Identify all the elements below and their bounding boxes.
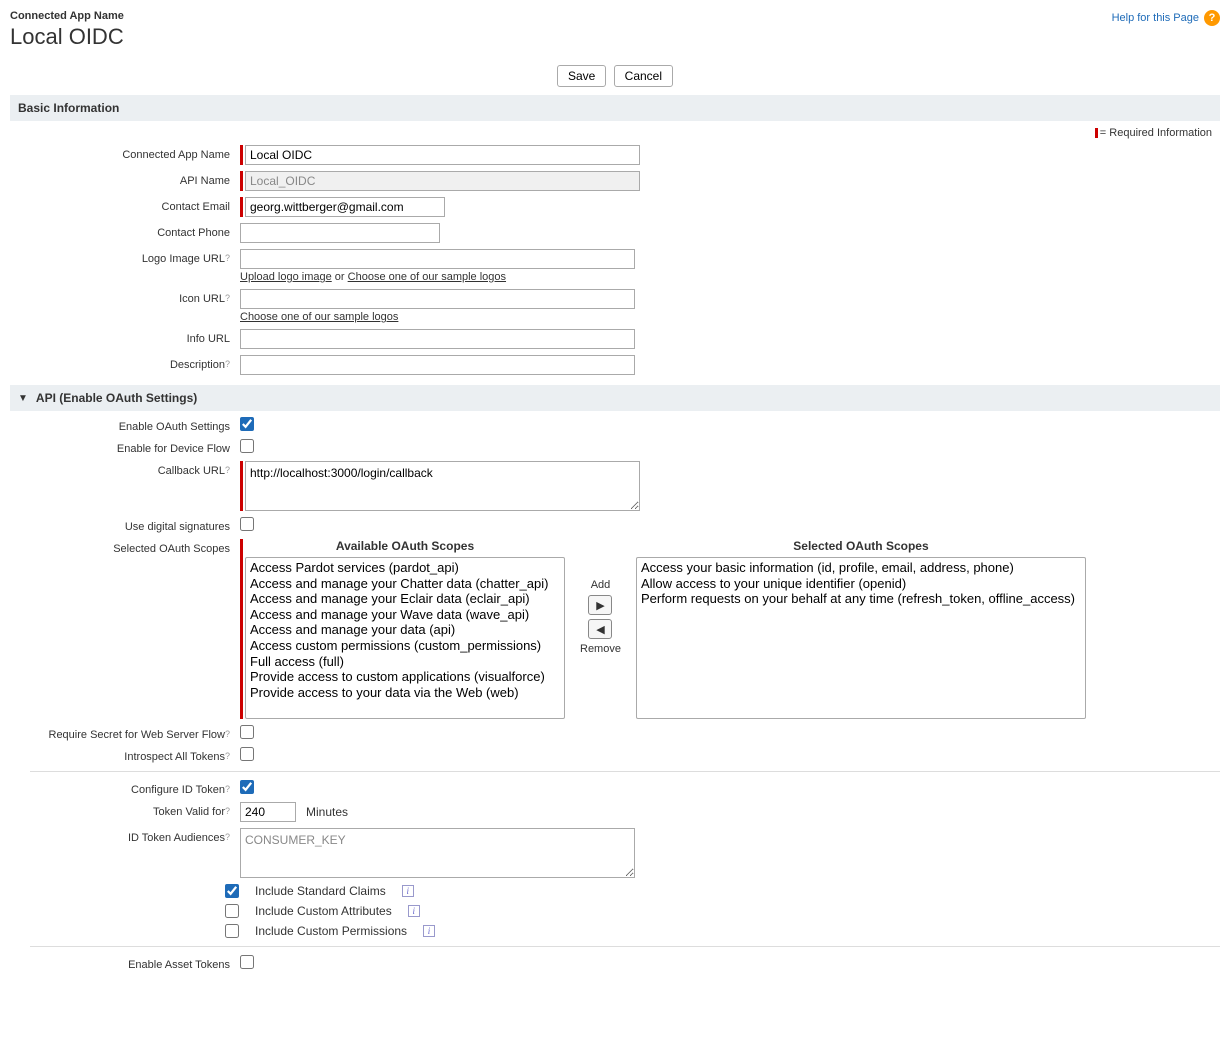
scope-option[interactable]: Access and manage your Eclair data (ecla… [250,591,560,607]
help-icon-small[interactable]: ? [225,832,230,842]
scope-option[interactable]: Allow access to your unique identifier (… [641,576,1081,592]
label-selected-scopes: Selected OAuth Scopes [10,539,240,555]
available-scopes-title: Available OAuth Scopes [336,539,474,553]
api-name-input[interactable] [245,171,640,191]
std-claims-label: Include Standard Claims [255,884,386,898]
icon-url-input[interactable] [240,289,635,309]
scope-option[interactable]: Access Pardot services (pardot_api) [250,560,560,576]
label-contact-phone: Contact Phone [10,223,240,239]
label-digital-sig: Use digital signatures [10,517,240,533]
label-description: Description? [10,355,240,371]
label-enable-oauth: Enable OAuth Settings [10,417,240,433]
scope-option[interactable]: Full access (full) [250,654,560,670]
save-button[interactable]: Save [557,65,606,87]
id-audiences-textarea[interactable]: CONSUMER_KEY [240,828,635,878]
label-contact-email: Contact Email [10,197,240,213]
help-icon-small[interactable]: ? [225,253,230,263]
scope-option[interactable]: Perform requests on your behalf at any t… [641,591,1081,607]
logo-url-input[interactable] [240,249,635,269]
callback-url-textarea[interactable]: http://localhost:3000/login/callback [245,461,640,511]
add-scope-button[interactable]: ▶ [588,595,612,615]
info-url-input[interactable] [240,329,635,349]
help-icon[interactable]: ? [1204,10,1220,26]
scope-option[interactable]: Access custom permissions (custom_permis… [250,638,560,654]
label-logo-url: Logo Image URL? [10,249,240,265]
scope-option[interactable]: Provide access to your data via the Web … [250,685,560,701]
cancel-button[interactable]: Cancel [614,65,673,87]
required-info-legend: = Required Information [10,121,1220,145]
page-superlabel: Connected App Name [10,10,124,22]
remove-scope-button[interactable]: ◀ [588,619,612,639]
sample-icons-link[interactable]: Choose one of our sample logos [240,311,398,323]
minutes-label: Minutes [306,805,348,819]
label-info-url: Info URL [10,329,240,345]
label-icon-url: Icon URL? [10,289,240,305]
help-icon-small[interactable]: ? [225,293,230,303]
sample-logos-link[interactable]: Choose one of our sample logos [348,271,506,283]
info-icon[interactable]: i [402,885,414,897]
upload-logo-link[interactable]: Upload logo image [240,271,332,283]
help-icon-small[interactable]: ? [225,729,230,739]
label-api-name: API Name [10,171,240,187]
label-connected-app-name: Connected App Name [10,145,240,161]
remove-label: Remove [580,643,621,655]
help-icon-small[interactable]: ? [225,359,230,369]
help-icon-small[interactable]: ? [225,751,230,761]
enable-oauth-checkbox[interactable] [240,417,254,431]
scope-option[interactable]: Access your basic information (id, profi… [641,560,1081,576]
enable-device-checkbox[interactable] [240,439,254,453]
label-callback-url: Callback URL? [10,461,240,477]
scope-option[interactable]: Provide access to custom applications (v… [250,669,560,685]
connected-app-name-input[interactable] [245,145,640,165]
help-icon-small[interactable]: ? [225,806,230,816]
section-basic-info: Basic Information [10,95,1220,121]
label-configure-id-token: Configure ID Token? [10,780,240,796]
label-require-secret: Require Secret for Web Server Flow? [10,725,240,741]
label-id-audiences: ID Token Audiences? [10,828,240,844]
page-title: Local OIDC [10,24,124,50]
enable-asset-checkbox[interactable] [240,955,254,969]
add-label: Add [591,579,611,591]
configure-id-token-checkbox[interactable] [240,780,254,794]
caret-down-icon: ▼ [18,393,28,404]
label-enable-device: Enable for Device Flow [10,439,240,455]
scope-option[interactable]: Access and manage your Chatter data (cha… [250,576,560,592]
contact-email-input[interactable] [245,197,445,217]
info-icon[interactable]: i [408,905,420,917]
selected-scopes-title: Selected OAuth Scopes [793,539,928,553]
help-icon-small[interactable]: ? [225,784,230,794]
introspect-checkbox[interactable] [240,747,254,761]
info-icon[interactable]: i [423,925,435,937]
custom-attrs-label: Include Custom Attributes [255,904,392,918]
label-introspect: Introspect All Tokens? [10,747,240,763]
contact-phone-input[interactable] [240,223,440,243]
scope-option[interactable]: Access and manage your Wave data (wave_a… [250,607,560,623]
scope-option[interactable]: Access and manage your data (api) [250,622,560,638]
custom-perms-label: Include Custom Permissions [255,924,407,938]
custom-attrs-checkbox[interactable] [225,904,239,918]
section-api[interactable]: ▼ API (Enable OAuth Settings) [10,385,1220,411]
help-link[interactable]: Help for this Page [1112,12,1199,24]
custom-perms-checkbox[interactable] [225,924,239,938]
description-input[interactable] [240,355,635,375]
label-enable-asset: Enable Asset Tokens [10,955,240,971]
selected-scopes-list[interactable]: Access your basic information (id, profi… [636,557,1086,719]
std-claims-checkbox[interactable] [225,884,239,898]
help-icon-small[interactable]: ? [225,465,230,475]
label-token-valid: Token Valid for? [10,802,240,818]
require-secret-checkbox[interactable] [240,725,254,739]
digital-sig-checkbox[interactable] [240,517,254,531]
token-valid-input[interactable] [240,802,296,822]
available-scopes-list[interactable]: Access Pardot services (pardot_api)Acces… [245,557,565,719]
